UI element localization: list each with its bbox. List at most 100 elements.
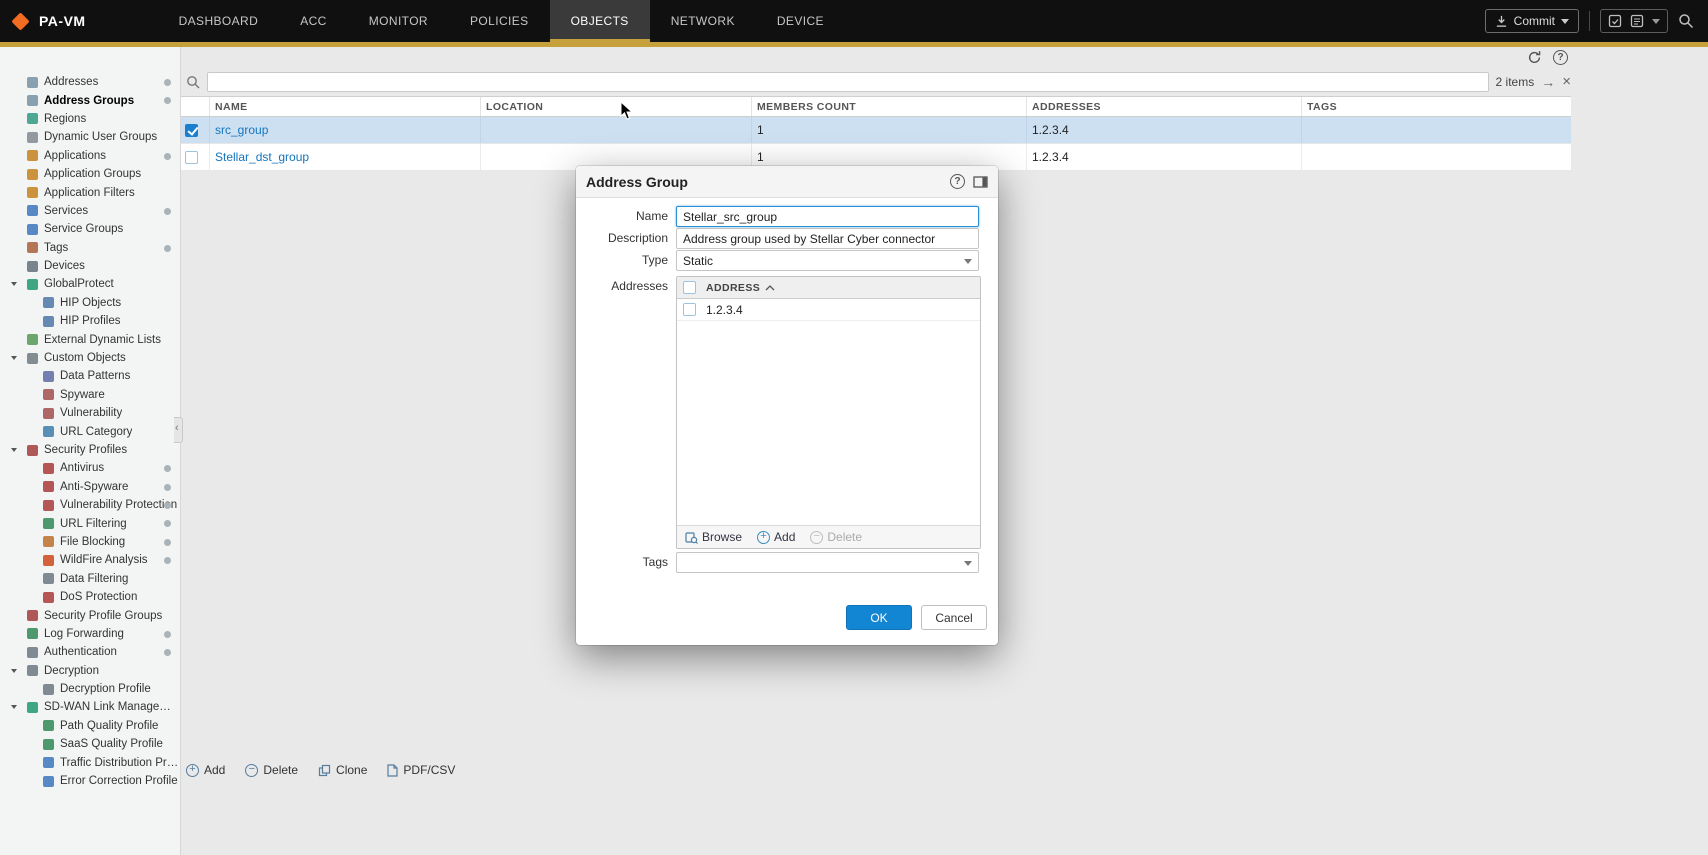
sidebar-item-dos-protection[interactable]: DoS Protection	[0, 588, 180, 606]
sidebar-item-spyware[interactable]: Spyware	[0, 386, 180, 404]
row-checkbox[interactable]	[185, 151, 198, 164]
sidebar-item-data-filtering[interactable]: Data Filtering	[0, 570, 180, 588]
dialog-header: Address Group	[576, 166, 998, 198]
tab-acc[interactable]: ACC	[279, 0, 348, 42]
sidebar-item-data-patterns[interactable]: Data Patterns	[0, 367, 180, 385]
add-button[interactable]: Add	[186, 763, 225, 777]
sidebar-item-service-groups[interactable]: Service Groups	[0, 220, 180, 238]
type-select[interactable]: Static	[676, 250, 979, 271]
row-tags	[1302, 117, 1571, 143]
sidebar-item-decryption-profile[interactable]: Decryption Profile	[0, 680, 180, 698]
save-config-icon[interactable]	[1608, 14, 1622, 28]
search-input[interactable]	[207, 72, 1489, 92]
refresh-icon[interactable]	[1527, 50, 1542, 65]
tab-label: ACC	[300, 14, 327, 28]
dynamic-user-groups-icon	[27, 132, 38, 143]
footer-actions: Add Delete Clone PDF/CSV	[186, 763, 455, 777]
description-field[interactable]	[676, 228, 979, 249]
sidebar-item-security-profiles[interactable]: Security Profiles	[0, 441, 180, 459]
tab-device[interactable]: DEVICE	[756, 0, 845, 42]
tab-dashboard[interactable]: DASHBOARD	[158, 0, 280, 42]
sidebar-item-error-correction-profile[interactable]: Error Correction Profile	[0, 772, 180, 790]
cancel-button[interactable]: Cancel	[921, 605, 987, 630]
sidebar-item-label: Spyware	[60, 389, 105, 401]
sidebar-item-traffic-distribution-profile[interactable]: Traffic Distribution Profile	[0, 753, 180, 771]
pdf-csv-button[interactable]: PDF/CSV	[387, 763, 455, 777]
sidebar-item-path-quality-profile[interactable]: Path Quality Profile	[0, 717, 180, 735]
sidebar-item-security-profile-groups[interactable]: Security Profile Groups	[0, 606, 180, 624]
sidebar-item-hip-profiles[interactable]: HIP Profiles	[0, 312, 180, 330]
tab-objects[interactable]: OBJECTS	[550, 0, 650, 42]
chevron-down-icon[interactable]	[1652, 19, 1660, 24]
dock-panel-icon[interactable]	[973, 176, 988, 188]
search-icon[interactable]	[1678, 13, 1694, 29]
sidebar-item-vulnerability[interactable]: Vulnerability	[0, 404, 180, 422]
column-location[interactable]: LOCATION	[481, 97, 752, 116]
clone-button[interactable]: Clone	[318, 763, 367, 777]
help-icon[interactable]	[1553, 50, 1568, 65]
tasks-icon[interactable]	[1630, 14, 1644, 28]
sidebar-item-external-dynamic-lists[interactable]: External Dynamic Lists	[0, 330, 180, 348]
dialog-add-button[interactable]: Add	[757, 530, 795, 544]
sidebar-item-applications[interactable]: Applications	[0, 147, 180, 165]
delete-button[interactable]: Delete	[245, 763, 298, 777]
sidebar-item-vulnerability-protection[interactable]: Vulnerability Protection	[0, 496, 180, 514]
sidebar-item-authentication[interactable]: Authentication	[0, 643, 180, 661]
dialog-help-icon[interactable]	[950, 174, 965, 189]
sidebar-item-services[interactable]: Services	[0, 202, 180, 220]
sidebar-item-application-groups[interactable]: Application Groups	[0, 165, 180, 183]
tab-monitor[interactable]: MONITOR	[348, 0, 449, 42]
expand-caret-icon	[11, 669, 17, 673]
address-checkbox[interactable]	[683, 303, 696, 316]
sidebar-item-dynamic-user-groups[interactable]: Dynamic User Groups	[0, 128, 180, 146]
row-name-link[interactable]: Stellar_dst_group	[215, 150, 309, 164]
address-group-dialog: Address Group Name Description Type Stat…	[576, 166, 998, 645]
apply-filter-icon[interactable]	[1541, 74, 1555, 90]
tags-select[interactable]	[676, 552, 979, 573]
address-row[interactable]: 1.2.3.4	[677, 299, 980, 321]
sidebar-item-file-blocking[interactable]: File Blocking	[0, 533, 180, 551]
sidebar-item-globalprotect[interactable]: GlobalProtect	[0, 275, 180, 293]
dialog-title: Address Group	[586, 174, 950, 190]
sidebar-item-hip-objects[interactable]: HIP Objects	[0, 294, 180, 312]
sidebar-item-application-filters[interactable]: Application Filters	[0, 183, 180, 201]
sidebar-item-custom-objects[interactable]: Custom Objects	[0, 349, 180, 367]
sidebar-item-devices[interactable]: Devices	[0, 257, 180, 275]
sidebar-collapse-handle[interactable]	[174, 417, 183, 443]
select-all-checkbox[interactable]	[683, 281, 696, 294]
sidebar-item-address-groups[interactable]: Address Groups	[0, 91, 180, 109]
column-addresses[interactable]: ADDRESSES	[1027, 97, 1302, 116]
security-profiles-icon	[27, 445, 38, 456]
sidebar-item-anti-spyware[interactable]: Anti-Spyware	[0, 478, 180, 496]
sidebar-item-log-forwarding[interactable]: Log Forwarding	[0, 625, 180, 643]
tab-network[interactable]: NETWORK	[650, 0, 756, 42]
log-forwarding-icon	[27, 628, 38, 639]
tab-policies[interactable]: POLICIES	[449, 0, 550, 42]
column-members-count[interactable]: MEMBERS COUNT	[752, 97, 1027, 116]
sidebar-item-url-filtering[interactable]: URL Filtering	[0, 514, 180, 532]
sidebar-item-url-category[interactable]: URL Category	[0, 422, 180, 440]
name-field[interactable]	[676, 206, 979, 227]
sidebar-item-wildfire-analysis[interactable]: WildFire Analysis	[0, 551, 180, 569]
sidebar-item-label: Path Quality Profile	[60, 720, 158, 732]
clear-filter-icon[interactable]	[1562, 73, 1571, 90]
sidebar-item-decryption[interactable]: Decryption	[0, 662, 180, 680]
address-column-header[interactable]: ADDRESS	[706, 282, 775, 294]
browse-button[interactable]: Browse	[685, 530, 742, 544]
ok-button[interactable]: OK	[846, 605, 912, 630]
row-name-link[interactable]: src_group	[215, 123, 268, 137]
sidebar-item-antivirus[interactable]: Antivirus	[0, 459, 180, 477]
sidebar-item-saas-quality-profile[interactable]: SaaS Quality Profile	[0, 735, 180, 753]
sidebar-item-tags[interactable]: Tags	[0, 239, 180, 257]
sidebar-item-regions[interactable]: Regions	[0, 110, 180, 128]
commit-button[interactable]: Commit	[1485, 9, 1579, 33]
column-name[interactable]: NAME	[210, 97, 481, 116]
row-checkbox[interactable]	[185, 124, 198, 137]
column-tags[interactable]: TAGS	[1302, 97, 1571, 116]
dialog-delete-button[interactable]: Delete	[810, 530, 862, 544]
row-addresses: 1.2.3.4	[1027, 144, 1302, 170]
table-body: src_group 1 1.2.3.4 Stellar_dst_group 1 …	[181, 117, 1571, 171]
sidebar-item-addresses[interactable]: Addresses	[0, 73, 180, 91]
table-row[interactable]: src_group 1 1.2.3.4	[181, 117, 1571, 144]
sidebar-item-sdwan-link-management[interactable]: SD-WAN Link Management	[0, 698, 180, 716]
